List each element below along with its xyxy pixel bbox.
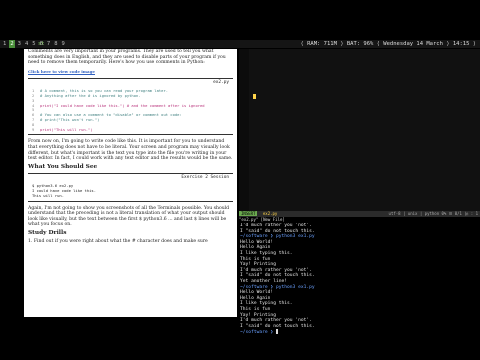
terminal-text: I'd much rather you 'not'. (240, 318, 312, 324)
vim-editor[interactable] (239, 49, 480, 212)
status-bar: 123456789 st ⟨ RAM: 711M ⟩ BAT: 96% ⟨ We… (0, 40, 480, 48)
system-status: ⟨ RAM: 711M ⟩ BAT: 96% ⟨ Wednesday 14 Ma… (300, 41, 477, 47)
code-line: 4 print("I could have code like this.") #… (32, 102, 229, 109)
terminal-text: I'd much rather you 'not'. (240, 267, 312, 273)
terminal-text: Hello Again (240, 245, 271, 251)
workspace-1[interactable]: 1 (2, 40, 7, 48)
code-filename: ex2.py (213, 80, 229, 86)
terminal-text: I "said" do not touch this. (240, 228, 315, 234)
terminal-text: I "said" do not touch this. (240, 323, 315, 329)
code-text: # Anything after the # is ignored by pyt… (40, 92, 141, 98)
terminal-pane[interactable]: I'd much rather you 'not'. I "said" do no… (239, 223, 480, 353)
view-code-link[interactable]: Click here to view code image (28, 69, 233, 75)
section-heading-drills: Study Drills (28, 229, 67, 236)
editor-cmdline: "ex2.py" [New File] (239, 217, 285, 222)
intro-paragraph: Comments are very important in your prog… (28, 49, 226, 66)
code-text: # print("This won't run.") (40, 116, 100, 122)
terminal-text: ~/software ❯ python3 ex1.py (240, 234, 315, 240)
editor-mode: INSERT (239, 211, 258, 216)
terminal-paragraph: Again, I'm not going to show you screens… (28, 205, 230, 228)
code-line: 9 print("This will run.") (32, 126, 229, 133)
workspace-5[interactable]: 5 (31, 40, 36, 48)
code-text: print("I could have code like this.") # … (40, 102, 205, 108)
code-text: print("This will run.") (40, 126, 93, 132)
explanation-paragraph: From now on, I'm going to write code lik… (28, 139, 233, 162)
workspace-7[interactable]: 7 (46, 40, 51, 48)
terminal-text: ~/software ❯ (240, 330, 276, 336)
workspace-9[interactable]: 9 (61, 40, 66, 48)
terminal-cursor (275, 329, 278, 335)
session-title: Exercise 2 Session (181, 175, 229, 181)
workspace-3[interactable]: 3 (17, 40, 22, 48)
terminal-text: Yay! Printing (240, 262, 276, 268)
line-number: 9 (32, 126, 35, 132)
editor-filename: ex2.py (262, 211, 278, 216)
workspace-4[interactable]: 4 (24, 40, 29, 48)
terminal-text: I "said" do not touch this. (240, 273, 315, 279)
workspace-list: 123456789 (2, 40, 66, 48)
editor-gutter (239, 49, 249, 212)
section-heading-output: What You Should See (28, 163, 98, 170)
terminal-text: Hello Again (240, 295, 271, 301)
terminal-text: I like typing this. (240, 301, 293, 307)
workspace-8[interactable]: 8 (53, 40, 58, 48)
text-cursor (253, 94, 256, 99)
session-output: Exercise 2 Session $ python3.6 ex2.py I c… (28, 173, 233, 202)
terminal-text: This is fun (240, 256, 271, 262)
terminal-text: Yay! Printing (240, 312, 276, 318)
terminal-text: Yet another line! (240, 278, 288, 284)
screen-frame: 123456789 st ⟨ RAM: 711M ⟩ BAT: 96% ⟨ We… (0, 40, 480, 353)
session-line: This will run. (32, 192, 65, 198)
drill-item: 1. Find out if you were right about what… (28, 239, 208, 245)
window-title: st (38, 41, 45, 47)
code-listing: ex2.py 1 # A comment, this is so you can … (28, 78, 233, 136)
terminal-text: I'd much rather you 'not'. (240, 223, 312, 228)
terminal-prompt-line: ~/software ❯ (239, 329, 480, 336)
terminal-text: Hello World! (240, 290, 274, 296)
terminal-text: ~/software ❯ python3 ex1.py (240, 284, 315, 290)
workspace-2[interactable]: 2 (9, 40, 15, 48)
ebook-page[interactable]: Comments are very important in your prog… (24, 49, 237, 317)
terminal-text: This is fun (240, 306, 271, 312)
terminal-text: I like typing this. (240, 250, 293, 256)
